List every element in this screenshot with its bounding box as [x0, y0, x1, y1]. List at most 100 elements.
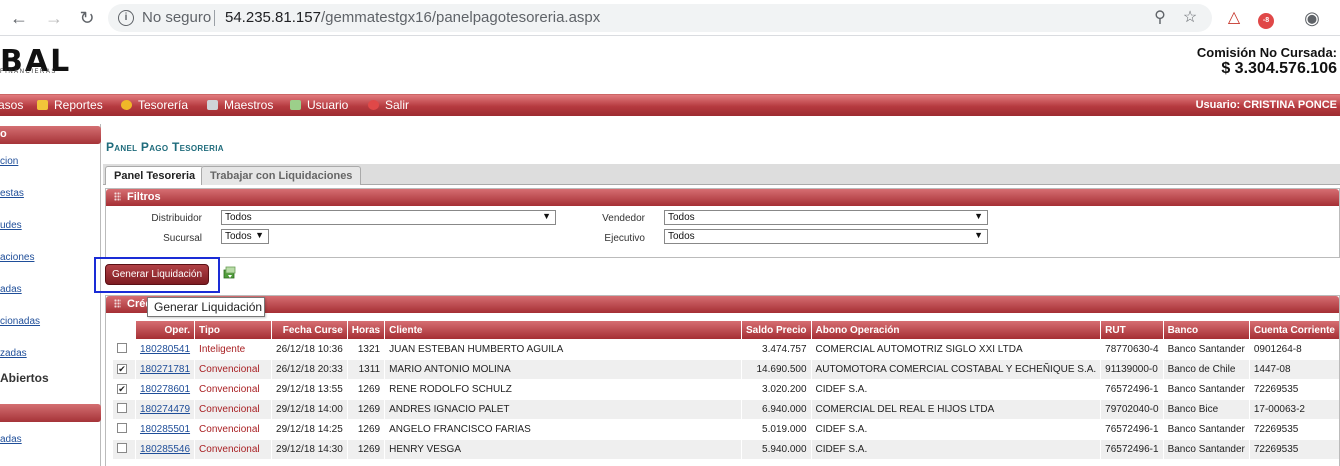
comision-label: Comisión No Cursada: — [1196, 45, 1337, 60]
forward-icon[interactable]: → — [43, 7, 65, 29]
sidebar-section-header-2[interactable] — [0, 404, 101, 422]
reload-icon[interactable]: ↻ — [76, 7, 98, 29]
menu-item-tesoreria[interactable]: Tesorería — [121, 98, 188, 112]
table-row[interactable]: 180285546 Convencional 29/12/18 14:30 1269 H… — [113, 440, 1339, 459]
row-select-checkbox[interactable] — [117, 403, 127, 413]
cell-saldo: 5.940.000 — [741, 440, 811, 459]
row-checkbox: ✔ — [113, 380, 135, 399]
menu-item-usuario[interactable]: Usuario — [290, 98, 348, 112]
menu-label: asos — [0, 98, 24, 112]
database-icon — [207, 100, 218, 110]
pdf-extension-icon[interactable]: △ — [1224, 8, 1244, 28]
cell-abono: AUTOMOTORA COMERCIAL COSTABAL Y ECHEÑIQU… — [811, 360, 1101, 379]
column-header-oper[interactable]: Oper. — [135, 321, 195, 339]
cell-cliente: RENE RODOLFO SCHULZ — [385, 380, 741, 399]
vendedor-label: Vendedor — [602, 213, 645, 224]
cell-saldo: 5.019.000 — [741, 420, 811, 439]
row-select-checkbox[interactable] — [117, 443, 127, 453]
cell-abono: CIDEF S.A. — [811, 420, 1101, 439]
column-header-cliente[interactable]: Cliente — [385, 321, 741, 339]
table-row[interactable]: 180280541 Inteligente 26/12/18 10:36 1321 JU… — [113, 340, 1339, 359]
sidebar-section-header[interactable]: o — [0, 126, 101, 144]
profile-avatar-icon[interactable]: ◉ — [1302, 8, 1322, 28]
zoom-icon[interactable]: ⚲ — [1150, 8, 1170, 28]
cell-tipo: Convencional — [195, 440, 272, 459]
cell-horas: 1321 — [347, 340, 385, 359]
table-row[interactable]: ✔ 180271781 Convencional 26/12/18 20:33 1311… — [113, 360, 1339, 379]
address-bar[interactable]: i No seguro 54.235.81.157/gemmatestgx16/… — [108, 4, 1212, 32]
menu-item-salir[interactable]: Salir — [368, 98, 409, 112]
cell-banco: Banco Bice — [1163, 400, 1249, 419]
row-checkbox — [113, 420, 135, 439]
table-row[interactable]: 180285501 Convencional 29/12/18 14:25 1269 A… — [113, 420, 1339, 439]
menu-item-procesos[interactable]: asos — [0, 98, 23, 112]
table-row[interactable]: ✔ 180278601 Convencional 29/12/18 13:55 1269… — [113, 380, 1339, 399]
column-header-rut[interactable]: RUT — [1101, 321, 1163, 339]
filtros-header: Filtros — [106, 189, 1339, 206]
column-header-banco[interactable]: Banco — [1163, 321, 1249, 339]
sidebar-link[interactable]: zadas — [0, 348, 27, 359]
cell-tipo: Inteligente — [195, 340, 272, 359]
tooltip: Generar Liquidación — [147, 297, 265, 317]
cell-saldo: 3.474.757 — [741, 340, 811, 359]
cell-oper[interactable]: 180285546 — [135, 440, 195, 459]
sidebar-link[interactable]: udes — [0, 220, 22, 231]
tab-trabajar-liquidaciones[interactable]: Trabajar con Liquidaciones — [201, 166, 362, 185]
menu-label: Maestros — [224, 98, 274, 112]
menu-label: Usuario — [307, 98, 349, 112]
distribuidor-select[interactable]: Todos ▼ — [221, 210, 556, 225]
column-header-saldo[interactable]: Saldo Precio — [741, 321, 811, 339]
row-checkbox — [113, 340, 135, 359]
cell-cuenta: 72269535 — [1249, 380, 1339, 399]
column-header-tipo[interactable]: Tipo — [195, 321, 272, 339]
sidebar-link[interactable]: cionadas — [0, 316, 40, 327]
security-label: No seguro — [142, 9, 212, 26]
exit-icon — [368, 100, 379, 110]
menu-item-maestros[interactable]: Maestros — [207, 98, 273, 112]
select-column-header — [113, 321, 135, 339]
vendedor-select[interactable]: Todos ▼ — [664, 210, 988, 225]
extension-badge-icon[interactable]: -8 — [1256, 8, 1276, 29]
table-row[interactable]: 180274479 Convencional 29/12/18 14:00 1269 A… — [113, 400, 1339, 419]
url-text[interactable]: 54.235.81.157/gemmatestgx16/panelpagotes… — [225, 9, 600, 26]
row-select-checkbox[interactable]: ✔ — [117, 364, 127, 374]
row-select-checkbox[interactable] — [117, 343, 127, 353]
tab-panel-tesoreria[interactable]: Panel Tesoreria — [105, 166, 205, 185]
address-separator — [214, 10, 215, 26]
row-select-checkbox[interactable] — [117, 423, 127, 433]
export-excel-icon[interactable] — [223, 266, 237, 280]
cell-oper[interactable]: 180285501 — [135, 420, 195, 439]
cell-oper[interactable]: 180278601 — [135, 380, 195, 399]
sidebar-abiertos[interactable]: Abiertos — [0, 371, 49, 385]
sidebar-link[interactable]: estas — [0, 188, 24, 199]
cell-oper[interactable]: 180271781 — [135, 360, 195, 379]
cell-oper[interactable]: 180274479 — [135, 400, 195, 419]
cell-rut: 78770630-4 — [1101, 340, 1163, 359]
column-header-cuenta[interactable]: Cuenta Corriente — [1249, 321, 1339, 339]
cell-cuenta: 0901264-8 — [1249, 340, 1339, 359]
cell-oper[interactable]: 180280541 — [135, 340, 195, 359]
cell-saldo: 14.690.500 — [741, 360, 811, 379]
menu-item-reportes[interactable]: Reportes — [37, 98, 103, 112]
url-path: /gemmatestgx16/panelpagotesoreria.aspx — [320, 9, 601, 26]
row-select-checkbox[interactable]: ✔ — [117, 384, 127, 394]
back-icon[interactable]: ← — [8, 7, 30, 29]
cell-cuenta: 17-00063-2 — [1249, 400, 1339, 419]
sidebar-link[interactable]: cion — [0, 156, 18, 167]
cell-cuenta: 72269535 — [1249, 440, 1339, 459]
cell-cuenta: 1447-08 — [1249, 360, 1339, 379]
column-header-fecha[interactable]: Fecha Curse — [272, 321, 347, 339]
cell-banco: Banco Santander — [1163, 380, 1249, 399]
sidebar-link[interactable]: aciones — [0, 252, 34, 263]
info-icon[interactable]: i — [118, 10, 134, 26]
sucursal-select[interactable]: Todos ▼ — [221, 229, 269, 244]
cell-fecha: 29/12/18 14:25 — [272, 420, 347, 439]
dropdown-arrow-icon: ▼ — [974, 211, 983, 221]
generar-liquidacion-button[interactable]: Generar Liquidación — [105, 264, 209, 285]
bookmark-star-icon[interactable]: ☆ — [1180, 8, 1200, 28]
ejecutivo-select[interactable]: Todos ▼ — [664, 229, 988, 244]
column-header-horas[interactable]: Horas — [347, 321, 385, 339]
sidebar-link[interactable]: adas — [0, 284, 22, 295]
column-header-abono[interactable]: Abono Operación — [811, 321, 1101, 339]
sidebar-link[interactable]: adas — [0, 434, 22, 445]
